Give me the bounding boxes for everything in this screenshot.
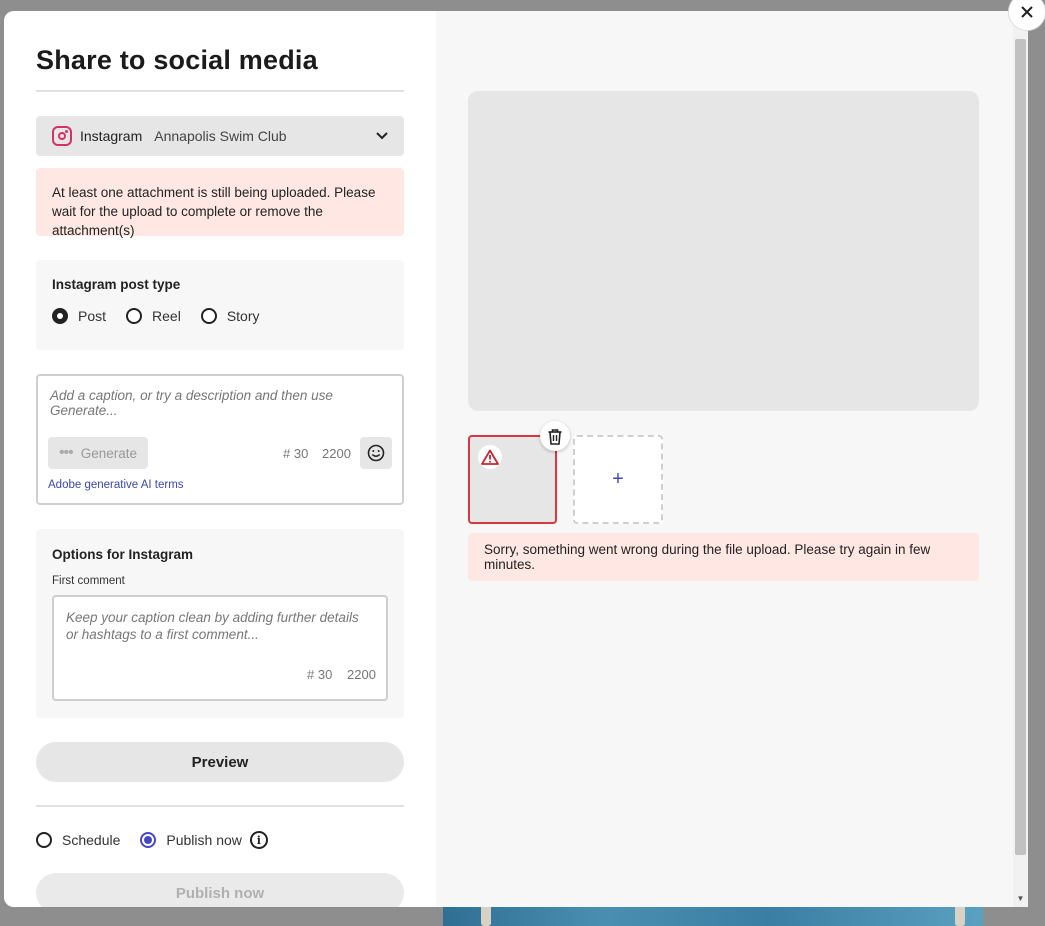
radio-publish-now-label: Publish now (166, 832, 242, 848)
radio-publish-now[interactable] (140, 832, 157, 848)
close-button[interactable] (1008, 0, 1045, 31)
dialog-scrollbar[interactable]: ▼ (1013, 11, 1028, 907)
share-dialog: Share to social media Instagram Annapoli… (4, 11, 1013, 907)
media-preview-panel: + Sorry, something went wrong during the… (436, 11, 1013, 907)
info-icon[interactable]: i (249, 831, 268, 849)
instagram-options-card: Options for Instagram First comment Keep… (36, 529, 404, 718)
first-comment-placeholder: Keep your caption clean by adding furthe… (66, 610, 359, 642)
caption-input[interactable]: Add a caption, or try a description and … (36, 374, 404, 505)
account-platform: Instagram (80, 128, 143, 144)
radio-reel[interactable] (126, 308, 143, 324)
upload-error-message: Sorry, something went wrong during the f… (468, 533, 979, 581)
publish-divider (36, 805, 404, 807)
generate-label: Generate (80, 445, 138, 461)
radio-story[interactable] (200, 308, 217, 324)
preview-button[interactable]: Preview (36, 742, 404, 782)
first-comment-input[interactable]: Keep your caption clean by adding furthe… (52, 595, 388, 701)
failed-media-thumbnail[interactable] (468, 435, 557, 524)
comment-char-count: 2200 (347, 667, 376, 682)
alert-triangle-icon (478, 445, 502, 469)
add-media-button[interactable]: + (573, 435, 663, 524)
scroll-down-arrow-icon[interactable]: ▼ (1013, 893, 1028, 905)
chevron-down-icon (376, 129, 388, 143)
scrollbar-thumb[interactable] (1015, 39, 1026, 855)
loading-dots-icon: ••• (58, 444, 74, 461)
share-form-panel: Share to social media Instagram Annapoli… (4, 11, 436, 907)
delete-media-button[interactable] (540, 421, 570, 451)
comment-hashtag-count: # 30 (307, 667, 333, 682)
options-title: Options for Instagram (52, 547, 194, 562)
radio-story-label: Story (226, 308, 260, 324)
title-divider (36, 90, 404, 92)
post-type-title: Instagram post type (52, 277, 181, 292)
dialog-title: Share to social media (36, 45, 318, 75)
caption-char-count: 2200 (322, 446, 351, 461)
emoji-button[interactable] (360, 437, 392, 469)
account-selector[interactable]: Instagram Annapolis Swim Club (36, 116, 404, 156)
ai-terms-link[interactable]: Adobe generative AI terms (48, 479, 184, 491)
post-type-card: Instagram post type Post Reel Story (36, 260, 404, 350)
radio-reel-label: Reel (152, 308, 181, 324)
radio-post[interactable] (52, 308, 68, 324)
upload-in-progress-alert: At least one attachment is still being u… (36, 168, 404, 238)
publish-mode-options: Schedule Publish now i (36, 831, 268, 849)
instagram-icon (52, 126, 72, 146)
post-preview-area (468, 91, 979, 411)
account-name: Annapolis Swim Club (154, 128, 287, 144)
close-icon (1021, 6, 1033, 18)
trash-icon (548, 428, 562, 445)
caption-placeholder: Add a caption, or try a description and … (50, 388, 333, 418)
first-comment-label: First comment (52, 575, 125, 587)
emoji-icon (367, 444, 385, 462)
radio-schedule[interactable] (36, 832, 52, 848)
radio-post-label: Post (78, 308, 107, 324)
generate-button[interactable]: ••• Generate (48, 437, 148, 469)
radio-schedule-label: Schedule (62, 832, 121, 848)
publish-now-button[interactable]: Publish now (36, 873, 404, 907)
caption-hashtag-count: # 30 (283, 446, 309, 461)
post-type-options: Post Reel Story (52, 308, 280, 324)
